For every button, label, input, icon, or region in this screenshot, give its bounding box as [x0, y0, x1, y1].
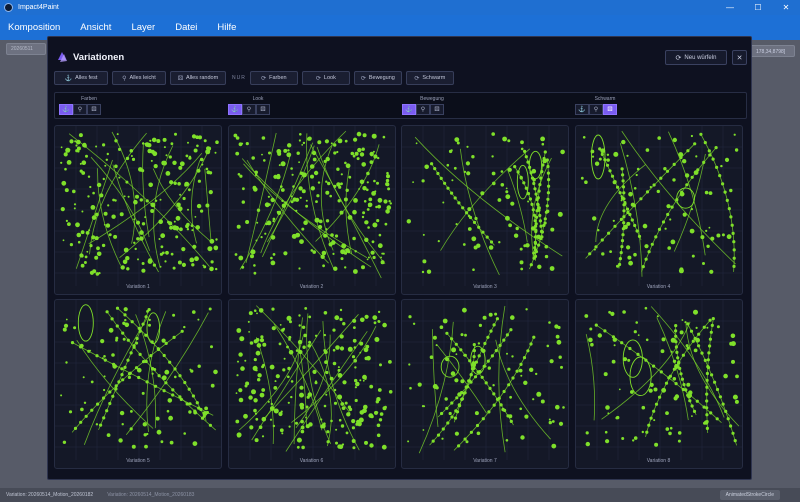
fix-all-button[interactable]: ⚓ Alles fest	[54, 71, 108, 85]
group-colors: Farben ⚓ ⚲ ⚄	[59, 96, 149, 115]
reroll-button[interactable]: ⟳ Neu würfeln	[665, 50, 727, 65]
status-bar: Variation: 20260514_Motion_20260182 Vari…	[0, 488, 800, 502]
loose-mode-button[interactable]: ⚲	[73, 104, 87, 115]
app-logo-icon	[4, 3, 13, 12]
variation-preview	[402, 126, 568, 286]
minimize-button[interactable]: —	[716, 0, 744, 15]
dialog-title: Variationen	[73, 51, 125, 63]
variation-card[interactable]: Variation 6	[227, 299, 396, 469]
background-chip: 20260511	[6, 43, 46, 55]
variations-dialog: Variationen ⟳ Neu würfeln ✕ ⚓ Alles fest …	[47, 36, 752, 480]
dice-icon: ⚄	[177, 75, 184, 82]
group-look: Look ⚓ ⚲ ⚄	[228, 96, 318, 115]
refresh-icon: ⟳	[414, 75, 420, 82]
group-label: Bewegung	[420, 96, 444, 102]
variation-card[interactable]: Variation 8	[574, 299, 743, 469]
mode-segment: ⚓ ⚲ ⚄	[59, 104, 149, 115]
refresh-icon: ⟳	[360, 75, 366, 82]
window-titlebar: Impact4Paint — ☐ ✕	[0, 0, 800, 15]
group-movement: Bewegung ⚓ ⚲ ⚄	[402, 96, 492, 115]
group-label: Look	[252, 96, 264, 102]
refresh-icon: ⟳	[261, 75, 267, 82]
movement-label: Bewegung	[368, 75, 395, 81]
reroll-look-button[interactable]: ⟳ Look	[301, 71, 350, 85]
random-mode-button[interactable]: ⚄	[430, 104, 444, 115]
variation-card[interactable]: Variation 1	[54, 125, 222, 295]
variation-preview	[55, 126, 221, 286]
maximize-button[interactable]: ☐	[744, 0, 772, 15]
variation-toolbar: ⚓ Alles fest ⚲ Alles leicht ⚄ Alles random …	[54, 71, 458, 85]
reroll-colors-button[interactable]: ⟳ Farben	[249, 71, 298, 85]
random-mode-button[interactable]: ⚄	[256, 104, 270, 115]
anchor-icon: ⚓	[64, 75, 73, 82]
fix-all-label: Alles fest	[75, 75, 98, 81]
variation-label: Variation 1	[126, 284, 150, 290]
loose-mode-button[interactable]: ⚲	[589, 104, 603, 115]
variations-logo-icon	[58, 52, 67, 62]
menu-layer[interactable]: Layer	[131, 22, 155, 33]
variation-label: Variation 2	[299, 284, 324, 290]
loose-mode-button[interactable]: ⚲	[242, 104, 256, 115]
mode-segment: ⚓ ⚲ ⚄	[402, 104, 492, 115]
variation-card[interactable]: Variation 7	[401, 299, 569, 469]
group-label: Schwarm	[594, 96, 616, 102]
randomize-all-label: Alles random	[186, 75, 219, 81]
variation-card[interactable]: Variation 5	[54, 299, 222, 469]
variation-preview	[575, 300, 742, 460]
randomize-all-button[interactable]: ⚄ Alles random	[170, 71, 226, 85]
fix-mode-button[interactable]: ⚓	[575, 104, 589, 115]
fix-mode-button[interactable]: ⚓	[228, 104, 242, 115]
menu-datei[interactable]: Datei	[175, 22, 197, 33]
status-variation-1: Variation: 20260514_Motion_20260182	[6, 492, 94, 498]
settings-panel: Farben ⚓ ⚲ ⚄ Look ⚓ ⚲ ⚄ Bewegung ⚓ ⚲ ⚄ Schwarm…	[54, 92, 747, 119]
status-layer-badge: AnimatedStrokeCircle	[719, 490, 780, 500]
menu-hilfe[interactable]: Hilfe	[217, 22, 236, 33]
refresh-icon: ⟳	[315, 75, 321, 82]
variation-preview	[228, 300, 395, 460]
loosen-all-button[interactable]: ⚲ Alles leicht	[112, 71, 166, 85]
variation-label: Variation 7	[473, 458, 497, 464]
fix-mode-button[interactable]: ⚓	[402, 104, 416, 115]
random-mode-button[interactable]: ⚄	[87, 104, 101, 115]
variation-card[interactable]: Variation 4	[574, 125, 743, 295]
variation-preview	[402, 300, 568, 460]
group-label: Farben	[81, 96, 97, 102]
loosen-all-label: Alles leicht	[129, 75, 156, 81]
feather-icon: ⚲	[122, 75, 127, 82]
variation-preview	[55, 300, 221, 460]
variation-label: Variation 5	[126, 458, 150, 464]
group-swarm: Schwarm ⚓ ⚲ ⚄	[575, 96, 665, 115]
fix-mode-button[interactable]: ⚓	[59, 104, 73, 115]
loose-mode-button[interactable]: ⚲	[416, 104, 430, 115]
variation-label: Variation 4	[646, 284, 671, 290]
menu-ansicht[interactable]: Ansicht	[80, 22, 111, 33]
mode-segment: ⚓ ⚲ ⚄	[575, 104, 665, 115]
reroll-movement-button[interactable]: ⟳ Bewegung	[353, 71, 402, 85]
menu-komposition[interactable]: Komposition	[8, 22, 60, 33]
reroll-swarm-button[interactable]: ⟳ Schwarm	[405, 71, 454, 85]
random-mode-button[interactable]: ⚄	[603, 104, 617, 115]
window-title: Impact4Paint	[18, 4, 59, 11]
swarm-label: Schwarm	[422, 75, 446, 81]
mode-segment: ⚓ ⚲ ⚄	[228, 104, 318, 115]
close-window-button[interactable]: ✕	[772, 0, 800, 15]
look-label: Look	[323, 75, 336, 81]
variation-label: Variation 3	[473, 284, 497, 290]
dialog-header: Variationen	[56, 51, 124, 63]
only-label: NUR	[232, 75, 246, 81]
close-dialog-button[interactable]: ✕	[732, 50, 747, 65]
refresh-icon: ⟳	[675, 54, 682, 62]
variation-card[interactable]: Variation 2	[227, 125, 396, 295]
variation-label: Variation 8	[646, 458, 671, 464]
variation-preview	[228, 126, 395, 286]
reroll-label: Neu würfeln	[684, 54, 717, 61]
variation-label: Variation 6	[299, 458, 324, 464]
colors-label: Farben	[269, 75, 287, 81]
background-coordinate-chip: 178,34,8798]	[749, 45, 795, 57]
variation-preview	[575, 126, 742, 286]
status-variation-2: Variation: 20260514_Motion_20260183	[107, 492, 195, 498]
variation-card[interactable]: Variation 3	[401, 125, 569, 295]
